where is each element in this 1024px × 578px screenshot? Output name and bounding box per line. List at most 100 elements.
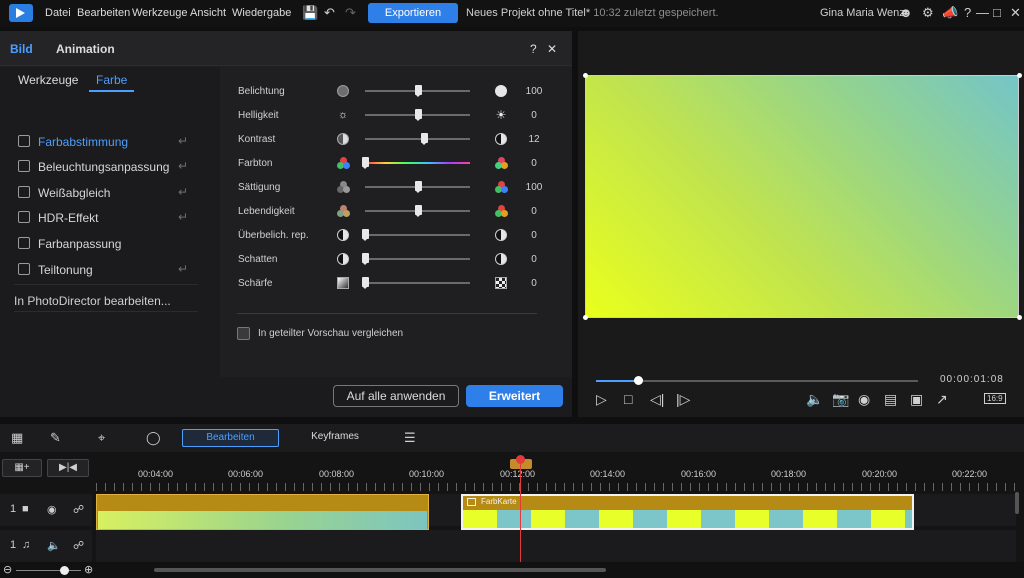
video-clip[interactable] — [96, 494, 429, 530]
zoom-slider-knob[interactable] — [60, 566, 69, 575]
slider-track[interactable] — [362, 253, 470, 265]
undock-icon[interactable]: ↗ — [936, 391, 948, 407]
previous-frame-icon[interactable]: ◁| — [650, 391, 664, 407]
play-icon[interactable]: ▷ — [596, 391, 607, 407]
preview-canvas[interactable] — [585, 75, 1019, 318]
reset-icon[interactable]: ↵ — [178, 262, 188, 276]
mark-icon[interactable]: ◯ — [146, 430, 161, 446]
media-library-icon[interactable]: ▦ — [11, 430, 23, 446]
photodirector-link[interactable]: In PhotoDirector bearbeiten... — [14, 294, 171, 308]
slider-thumb[interactable] — [362, 277, 369, 289]
slider-track[interactable] — [365, 181, 470, 193]
next-frame-icon[interactable]: |▷ — [676, 391, 690, 407]
slider-track[interactable] — [365, 109, 470, 121]
tab-bearbeiten[interactable]: Bearbeiten — [182, 429, 279, 447]
menu-datei[interactable]: Datei — [45, 7, 71, 19]
resize-handle[interactable] — [1017, 73, 1022, 78]
tab-keyframes[interactable]: Keyframes — [288, 429, 382, 447]
reset-icon[interactable]: ↵ — [178, 159, 188, 173]
slider-value[interactable]: 0 — [520, 254, 548, 265]
notes-icon[interactable]: ☰ — [404, 430, 416, 446]
slider-track[interactable] — [365, 85, 470, 97]
panel-close-icon[interactable]: ✕ — [547, 42, 557, 56]
feature-beleuchtungsanpassung[interactable]: Beleuchtungsanpassung ↵ — [18, 157, 198, 177]
zoom-fit-icon[interactable]: ▣ — [910, 391, 923, 407]
aspect-ratio-badge[interactable]: 16:9 — [984, 393, 1006, 404]
speaker-icon[interactable]: 🔈 — [47, 539, 61, 552]
track-manager-button[interactable]: ▦+ — [2, 459, 42, 477]
user-avatar-icon[interactable]: ☻ — [899, 4, 913, 22]
menu-bearbeiten[interactable]: Bearbeiten — [77, 7, 130, 19]
slider-value[interactable]: 0 — [520, 230, 548, 241]
snapshot-icon[interactable]: 📷 — [832, 391, 849, 407]
stop-icon[interactable]: □ — [624, 391, 632, 407]
panel-help-icon[interactable]: ? — [530, 42, 537, 56]
resize-handle[interactable] — [583, 73, 588, 78]
slider-thumb[interactable] — [415, 85, 422, 97]
slider-track[interactable] — [362, 157, 470, 169]
zoom-in-icon[interactable]: ⊕ — [84, 563, 93, 576]
checkbox[interactable] — [18, 160, 30, 172]
undo-icon[interactable]: ↶ — [324, 4, 335, 22]
horizontal-scrollbar[interactable] — [154, 568, 606, 572]
minimize-icon[interactable]: — — [976, 4, 989, 22]
slider-value[interactable]: 0 — [520, 206, 548, 217]
crop-icon[interactable]: ⌖ — [98, 430, 105, 446]
subtab-farbe[interactable]: Farbe — [89, 73, 135, 92]
scrubber-knob[interactable] — [633, 376, 643, 385]
reset-icon[interactable]: ↵ — [178, 185, 188, 199]
maximize-icon[interactable]: □ — [993, 4, 1001, 22]
megaphone-icon[interactable]: 📣 — [942, 4, 958, 22]
slider-track[interactable] — [365, 205, 470, 217]
resize-handle[interactable] — [1017, 315, 1022, 320]
subtab-werkzeuge[interactable]: Werkzeuge — [18, 73, 78, 87]
slider-value[interactable]: 12 — [520, 134, 548, 145]
save-icon[interactable]: 💾 — [302, 4, 318, 22]
feature-weissabgleich[interactable]: Weißabgleich ↵ — [18, 183, 198, 203]
preview-scrubber[interactable] — [596, 376, 918, 385]
checkbox[interactable] — [18, 186, 30, 198]
tab-bild[interactable]: Bild — [10, 42, 33, 56]
slider-thumb[interactable] — [415, 205, 422, 217]
slider-track[interactable] — [365, 133, 470, 145]
slider-thumb[interactable] — [362, 253, 369, 265]
slider-track[interactable] — [362, 277, 470, 289]
playhead-dot[interactable] — [516, 455, 525, 464]
compare-split-preview[interactable]: In geteilter Vorschau vergleichen — [237, 327, 403, 340]
feature-farbanpassung[interactable]: Farbanpassung — [18, 234, 198, 254]
feature-teiltonung[interactable]: Teiltonung ↵ — [18, 260, 198, 280]
close-window-icon[interactable]: ✕ — [1010, 4, 1021, 22]
fit-timeline-button[interactable]: ▶|◀ — [47, 459, 89, 477]
help-icon[interactable]: ? — [964, 4, 971, 22]
video-clip-farbkarte[interactable]: FarbKarte — [461, 494, 914, 530]
slider-thumb[interactable] — [421, 133, 428, 145]
feature-farbabstimmung[interactable]: Farbabstimmung ↵ — [18, 132, 198, 152]
lock-icon[interactable]: ☍ — [73, 503, 84, 516]
menu-ansicht[interactable]: Ansicht — [190, 7, 226, 19]
slider-value[interactable]: 0 — [520, 158, 548, 169]
menu-wiedergabe[interactable]: Wiedergabe — [232, 7, 291, 19]
zoom-out-icon[interactable]: ⊖ — [3, 563, 12, 576]
gear-icon[interactable]: ⚙ — [922, 4, 934, 22]
slider-thumb[interactable] — [362, 229, 369, 241]
slider-track[interactable] — [362, 229, 470, 241]
volume-icon[interactable]: 🔈 — [806, 391, 823, 407]
feature-hdr-effekt[interactable]: HDR-Effekt ↵ — [18, 208, 198, 228]
zoom-slider[interactable] — [16, 570, 81, 571]
reset-icon[interactable]: ↵ — [178, 210, 188, 224]
checkbox[interactable] — [18, 135, 30, 147]
checkbox[interactable] — [18, 263, 30, 275]
pen-icon[interactable]: ✎ — [50, 430, 61, 446]
eye-icon[interactable]: ◉ — [47, 503, 57, 516]
checkbox[interactable] — [18, 211, 30, 223]
slider-thumb[interactable] — [415, 181, 422, 193]
export-button[interactable]: Exportieren — [368, 3, 458, 23]
slider-value[interactable]: 100 — [520, 182, 548, 193]
slider-thumb[interactable] — [362, 157, 369, 169]
checkbox[interactable] — [18, 237, 30, 249]
preview-quality-icon[interactable]: ◉ — [858, 391, 870, 407]
slider-value[interactable]: 100 — [520, 86, 548, 97]
slider-value[interactable]: 0 — [520, 110, 548, 121]
redo-icon[interactable]: ↷ — [345, 4, 356, 22]
vertical-scrollbar[interactable] — [1015, 492, 1019, 514]
